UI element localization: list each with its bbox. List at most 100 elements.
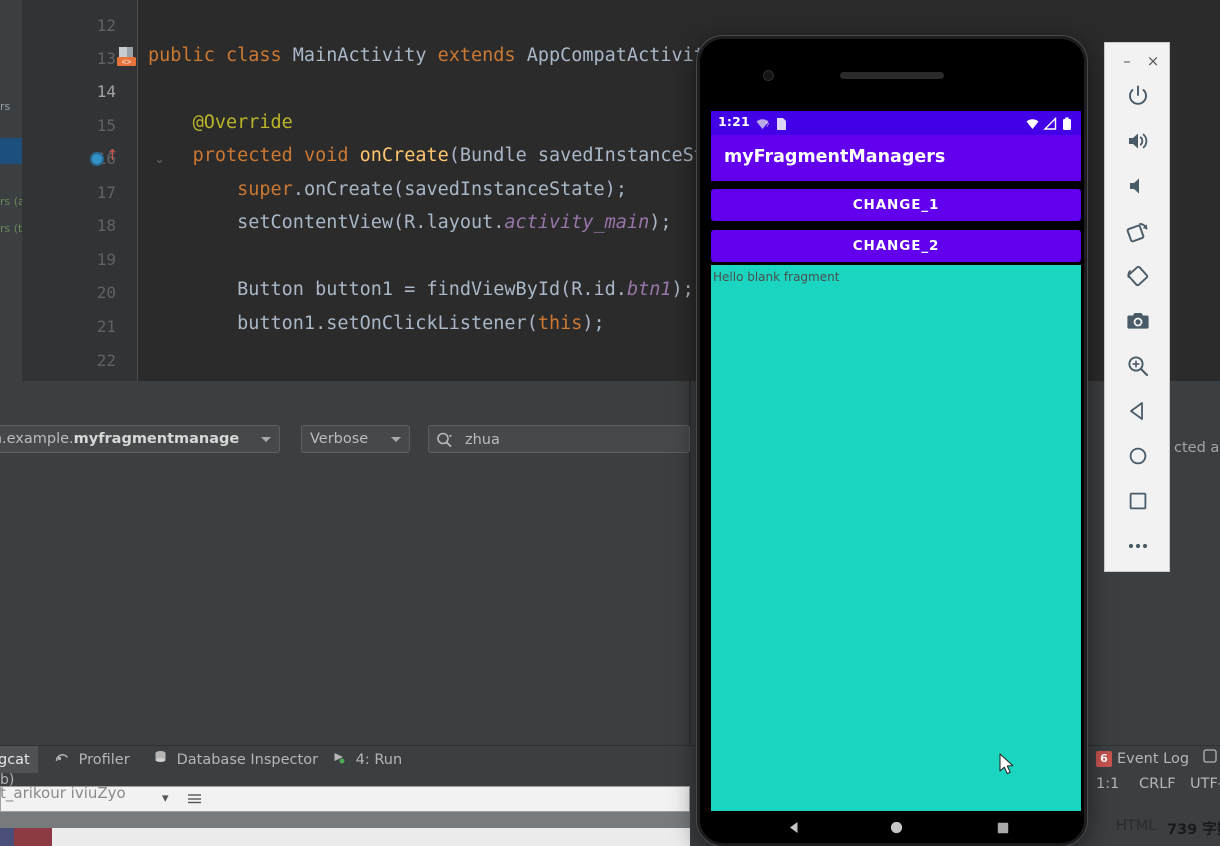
logcat-level-filter[interactable]: Verbose	[301, 425, 410, 453]
line-number: 16	[96, 149, 116, 168]
app-title: myFragmentManagers	[724, 147, 946, 167]
home-circle-icon	[1127, 445, 1149, 467]
close-button[interactable]: ×	[1143, 51, 1163, 71]
event-log-settings-icon[interactable]	[1203, 749, 1217, 767]
run-icon	[332, 746, 346, 774]
front-camera	[763, 70, 774, 81]
code-line-20: Button button1 = findViewById(R.id.btn1)…	[148, 279, 694, 300]
zoom-button[interactable]	[1116, 346, 1160, 386]
logcat-search-input[interactable]: zhua	[428, 425, 690, 453]
logcat-process-prefix: om.example.	[0, 431, 74, 447]
caret-position[interactable]: 1:1	[1096, 776, 1119, 792]
line-separator[interactable]: CRLF	[1139, 776, 1176, 792]
code-line-16: protected void onCreate(Bundle savedInst…	[192, 145, 772, 166]
rotate-left-button[interactable]	[1116, 211, 1160, 251]
power-icon	[1126, 84, 1150, 108]
database-icon	[154, 746, 167, 774]
wifi-off-icon: ?	[755, 116, 770, 135]
list-icon[interactable]	[186, 790, 203, 809]
emulator-window[interactable]: 1:21 ? myFragmentManagers CHANGE_1 CHANG…	[697, 36, 1087, 846]
line-number: 12	[96, 16, 116, 35]
tool-tab-run[interactable]: 4: Run	[326, 746, 408, 774]
earpiece-speaker	[840, 72, 944, 79]
event-log-button[interactable]: Event Log	[1117, 751, 1189, 767]
floating-combo-text: t_arikour iviuZyo	[0, 784, 126, 802]
minimize-button[interactable]: –	[1117, 51, 1137, 71]
logcat-search-value: zhua	[465, 432, 500, 448]
fragment-hello-text: Hello blank fragment	[713, 270, 840, 284]
ghost-row-0: rs	[0, 100, 11, 113]
status-bar-clock: 1:21	[718, 114, 750, 129]
char-count-label: 739 字数	[1167, 822, 1220, 838]
chevron-down-icon	[391, 437, 401, 442]
recents-icon[interactable]	[996, 820, 1010, 839]
line-number: 15	[96, 116, 116, 135]
line-number: 17	[96, 183, 116, 202]
screenshot-button[interactable]	[1116, 301, 1160, 341]
emulator-toolbar[interactable]: – ×	[1104, 42, 1170, 572]
chevron-down-icon	[261, 437, 271, 442]
line-number: 19	[96, 250, 116, 269]
line-number: 22	[96, 351, 116, 370]
logcat-process-name: myfragmentmanage	[73, 431, 240, 447]
mouse-cursor	[999, 753, 1017, 782]
zoom-in-icon	[1126, 354, 1150, 378]
logcat-process-filter[interactable]: om.example.myfragmentmanage	[0, 425, 280, 453]
rotate-right-button[interactable]	[1116, 256, 1160, 296]
breakpoint-icon[interactable]	[90, 152, 104, 166]
change-2-button[interactable]: CHANGE_2	[711, 230, 1081, 262]
popup-red-marker	[14, 828, 52, 846]
tool-tab-profiler[interactable]: Profiler	[49, 746, 136, 774]
device-screen[interactable]: 1:21 ? myFragmentManagers CHANGE_1 CHANG…	[711, 111, 1081, 811]
wifi-icon	[1025, 116, 1040, 135]
tool-tab-logcat-label: gcat	[0, 752, 30, 768]
rotate-left-icon	[1125, 218, 1151, 244]
volume-up-icon	[1126, 129, 1150, 153]
code-line-17: super.onCreate(savedInstanceState);	[237, 179, 627, 200]
svg-text:?: ?	[766, 123, 770, 129]
power-button[interactable]	[1116, 76, 1160, 116]
back-icon[interactable]	[787, 820, 802, 839]
rotate-right-icon	[1125, 263, 1151, 289]
file-encoding[interactable]: UTF-	[1190, 776, 1220, 792]
code-line-18: setContentView(R.layout.activity_main);	[148, 212, 672, 233]
overview-button[interactable]	[1116, 481, 1160, 521]
volume-down-button[interactable]	[1116, 166, 1160, 206]
back-triangle-icon	[1127, 400, 1149, 422]
sim-card-icon	[776, 116, 787, 135]
logcat-right-ghost-text: cted ap	[1174, 440, 1220, 456]
phone-frame: 1:21 ? myFragmentManagers CHANGE_1 CHANG…	[697, 36, 1087, 846]
battery-icon	[1062, 116, 1072, 135]
logcat-output[interactable]	[0, 461, 690, 745]
home-icon[interactable]	[889, 820, 904, 839]
tool-tab-database-inspector[interactable]: Database Inspector	[148, 746, 324, 774]
overview-square-icon	[1127, 490, 1149, 512]
code-line-21: button1.setOnClickListener(this);	[148, 313, 605, 334]
editor-gutter[interactable]: 12 13 14 15 16 17 18 19 20 21 22 <> ↑ ⌄	[22, 0, 165, 381]
android-navigation-bar[interactable]	[711, 811, 1081, 843]
line-number: 14	[96, 82, 116, 101]
line-number: 20	[96, 283, 116, 302]
code-line-15: @Override	[192, 112, 293, 133]
chevron-down-icon[interactable]: ▾	[162, 791, 169, 806]
ghost-row-2: rs (t	[0, 222, 23, 235]
volume-down-icon	[1126, 174, 1150, 198]
tool-tab-logcat[interactable]: gcat	[0, 746, 38, 774]
line-number: 18	[96, 216, 116, 235]
file-type-label: HTML	[1116, 818, 1157, 834]
signal-icon	[1043, 116, 1057, 135]
phone-bezel: 1:21 ? myFragmentManagers CHANGE_1 CHANG…	[700, 39, 1084, 843]
profiler-icon	[55, 746, 69, 774]
popup-bottom-strip	[0, 828, 690, 846]
volume-up-button[interactable]	[1116, 121, 1160, 161]
home-button[interactable]	[1116, 436, 1160, 476]
logcat-level-value: Verbose	[310, 431, 369, 447]
back-button[interactable]	[1116, 391, 1160, 431]
fragment-container[interactable]: Hello blank fragment	[711, 265, 1081, 811]
tool-tab-run-label: 4: Run	[355, 752, 403, 768]
more-button[interactable]	[1116, 526, 1160, 566]
change-1-button[interactable]: CHANGE_1	[711, 189, 1081, 221]
app-action-bar: myFragmentManagers	[711, 135, 1081, 181]
breakpoint-arrow-icon: ↑	[106, 146, 119, 164]
search-icon	[436, 431, 455, 453]
